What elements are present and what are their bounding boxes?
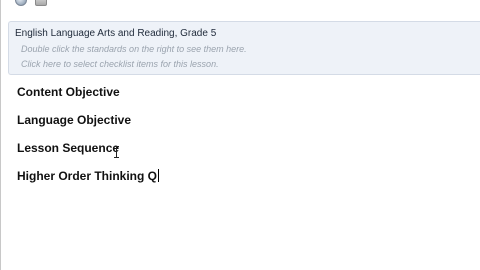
checklist-link[interactable]: Click here to select checklist items for… [21,59,219,69]
text-cursor [158,169,160,182]
editor-left-border [0,0,1,270]
lesson-sequence-heading[interactable]: Lesson Sequence [17,141,119,155]
higher-order-thinking-text: Higher Order Thinking Q [17,169,158,183]
editor-toolbar [0,0,480,14]
standards-title: English Language Arts and Reading, Grade… [15,28,217,39]
content-objective-heading[interactable]: Content Objective [17,85,120,99]
language-objective-heading[interactable]: Language Objective [17,113,131,127]
standards-panel[interactable]: English Language Arts and Reading, Grade… [8,21,480,75]
copy-pages-icon[interactable] [35,0,47,6]
info-circle-icon[interactable] [15,0,27,6]
higher-order-thinking-heading[interactable]: Higher Order Thinking Q [17,169,160,183]
standards-hint: Double click the standards on the right … [21,44,247,54]
mouse-ibeam-cursor [114,146,119,158]
